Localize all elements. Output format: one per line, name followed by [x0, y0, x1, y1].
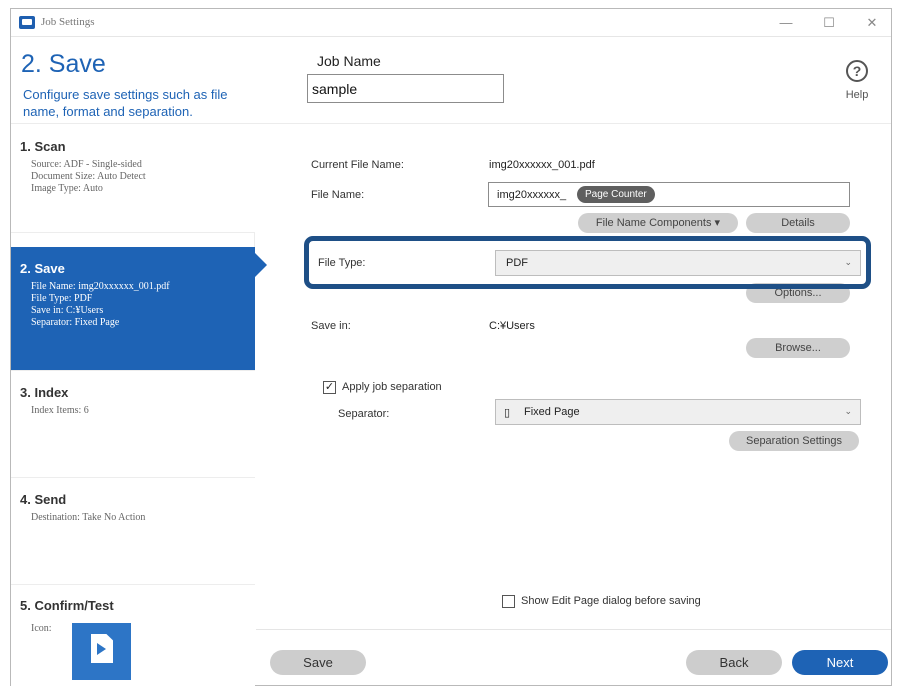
back-button[interactable]: Back: [686, 650, 782, 675]
browse-button[interactable]: Browse...: [746, 338, 850, 358]
page-description: Configure save settings such as file nam…: [23, 87, 228, 119]
chevron-down-icon: ⌄: [844, 257, 852, 267]
show-edit-page-label: Show Edit Page dialog before saving: [521, 595, 701, 607]
help-button[interactable]: ? Help: [837, 60, 877, 101]
sidebar-item-confirm-test[interactable]: 5. Confirm/Test Icon:: [11, 585, 255, 686]
step-sidebar: 1. Scan Source: ADF - Single-sided Docum…: [11, 125, 267, 686]
app-icon: [19, 16, 35, 29]
sidebar-item-detail: Index Items: 6: [31, 405, 89, 416]
sidebar-item-title: 4. Send: [20, 492, 67, 507]
file-type-value: PDF: [506, 257, 528, 269]
job-name-label: Job Name: [317, 53, 381, 69]
current-file-name-label: Current File Name:: [311, 159, 404, 171]
sidebar-item-detail: Destination: Take No Action: [31, 512, 146, 523]
apply-separation-label: Apply job separation: [342, 381, 442, 393]
separator-select[interactable]: ▯ Fixed Page ⌄: [495, 399, 861, 425]
sidebar-item-title: 3. Index: [20, 385, 69, 400]
help-label: Help: [845, 89, 869, 101]
save-settings-panel: Current File Name: img20xxxxxx_001.pdf F…: [256, 125, 891, 629]
sidebar-item-save[interactable]: 2. Save File Name: img20xxxxxx_001.pdf F…: [11, 247, 267, 371]
sidebar-item-scan[interactable]: 1. Scan Source: ADF - Single-sided Docum…: [11, 125, 255, 233]
file-name-prefix: img20xxxxxx_: [497, 189, 567, 201]
sidebar-item-title: 5. Confirm/Test: [20, 598, 114, 613]
file-name-label: File Name:: [311, 189, 365, 201]
separator-value: Fixed Page: [524, 406, 580, 418]
window-title: Job Settings: [41, 16, 95, 28]
sidebar-item-send[interactable]: 4. Send Destination: Take No Action: [11, 478, 255, 585]
play-arrow-icon: [97, 643, 106, 655]
details-button[interactable]: Details: [746, 213, 850, 233]
sidebar-item-title: 1. Scan: [20, 139, 66, 154]
save-button[interactable]: Save: [270, 650, 366, 675]
job-name-input[interactable]: [307, 74, 504, 103]
footer-bar: Save Back Next: [256, 629, 891, 686]
sidebar-item-detail: Icon:: [31, 623, 52, 634]
page-title: 2. Save: [21, 50, 106, 78]
file-type-select[interactable]: PDF ⌄: [495, 250, 861, 276]
next-button[interactable]: Next: [792, 650, 888, 675]
sidebar-item-title: 2. Save: [20, 261, 65, 276]
title-bar: Job Settings — ☐ ✕: [11, 9, 891, 37]
apply-separation-checkbox[interactable]: ✓: [323, 381, 336, 394]
current-file-name-value: img20xxxxxx_001.pdf: [489, 159, 595, 171]
job-settings-window: Job Settings — ☐ ✕ 2. Save Configure sav…: [10, 8, 892, 686]
separator-label: Separator:: [338, 408, 390, 420]
sidebar-item-detail: File Name: img20xxxxxx_001.pdf File Type…: [31, 281, 170, 328]
separation-settings-button[interactable]: Separation Settings: [729, 431, 859, 451]
minimize-button[interactable]: —: [771, 13, 801, 33]
file-name-components-button[interactable]: File Name Components ▾: [578, 213, 738, 233]
sidebar-item-detail: Source: ADF - Single-sided Document Size…: [31, 159, 146, 194]
file-name-field[interactable]: img20xxxxxx_ Page Counter: [488, 182, 850, 207]
file-type-label: File Type:: [318, 257, 366, 269]
chevron-down-icon: ⌄: [844, 406, 852, 416]
header: 2. Save Configure save settings such as …: [11, 38, 891, 124]
sidebar-item-index[interactable]: 3. Index Index Items: 6: [11, 371, 255, 478]
maximize-button[interactable]: ☐: [814, 13, 844, 33]
save-in-label: Save in:: [311, 320, 351, 332]
close-button[interactable]: ✕: [857, 13, 887, 33]
job-file-icon: [72, 623, 131, 680]
save-in-value: C:¥Users: [489, 320, 535, 332]
page-icon: ▯: [504, 407, 511, 419]
help-icon: ?: [846, 60, 868, 82]
show-edit-page-checkbox[interactable]: [502, 595, 515, 608]
page-counter-token[interactable]: Page Counter: [577, 186, 655, 203]
